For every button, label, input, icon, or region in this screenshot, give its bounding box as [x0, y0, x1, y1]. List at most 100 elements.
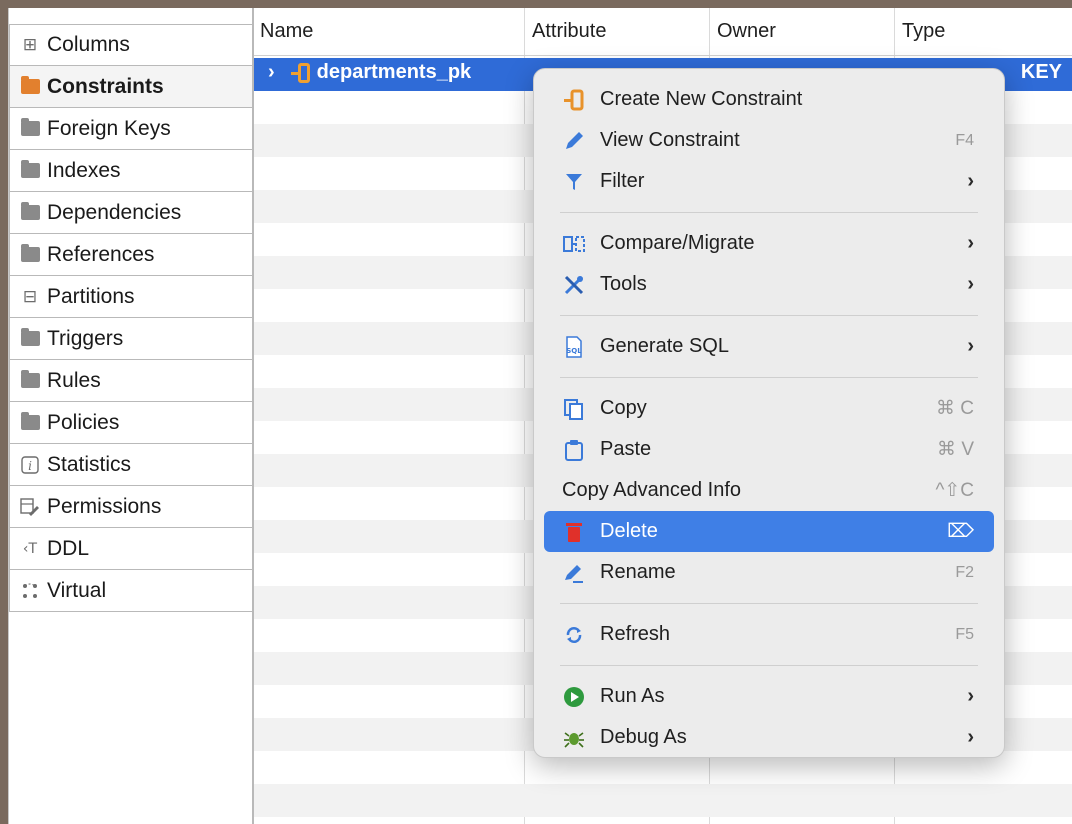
virtual-icon — [20, 581, 40, 601]
folder-icon — [20, 244, 40, 265]
tab-foreign-keys[interactable]: Foreign Keys — [9, 108, 253, 150]
menu-shortcut: ⌦ — [947, 521, 974, 542]
menu-item-paste[interactable]: Paste ⌘ V — [534, 429, 1004, 470]
tab-label: Rules — [47, 368, 101, 392]
menu-shortcut: F4 — [955, 131, 974, 149]
menu-item-rename[interactable]: Rename F2 — [534, 552, 1004, 593]
menu-item-debug-as[interactable]: Debug As › — [534, 717, 1004, 758]
tab-virtual[interactable]: Virtual — [9, 570, 253, 612]
menu-item-run-as[interactable]: Run As › — [534, 676, 1004, 717]
tab-references[interactable]: References — [9, 234, 253, 276]
table-header: Name Attribute Owner Type — [254, 8, 1072, 56]
menu-separator — [560, 315, 978, 316]
column-header-owner[interactable]: Owner — [717, 20, 776, 43]
menu-item-filter[interactable]: Filter › — [534, 161, 1004, 202]
menu-shortcut: ⌘ V — [937, 439, 974, 460]
tab-label: References — [47, 242, 155, 266]
tab-label: Statistics — [47, 452, 132, 476]
context-menu: Create New Constraint View Constraint F4… — [533, 68, 1005, 758]
tab-label: Policies — [47, 410, 120, 434]
svg-text:i: i — [28, 459, 32, 473]
menu-item-copy-advanced-info[interactable]: Copy Advanced Info ^⇧C — [534, 470, 1004, 511]
table-row — [254, 784, 1072, 817]
tab-columns[interactable]: ⊞ Columns — [9, 24, 253, 66]
column-header-attribute[interactable]: Attribute — [532, 20, 606, 43]
tab-label: Indexes — [47, 158, 121, 182]
menu-item-compare-migrate[interactable]: Compare/Migrate › — [534, 223, 1004, 264]
folder-icon — [20, 370, 40, 391]
compare-icon — [562, 232, 586, 256]
menu-item-label: Create New Constraint — [600, 88, 803, 110]
svg-text:SQL: SQL — [566, 347, 582, 355]
menu-item-view-constraint[interactable]: View Constraint F4 — [534, 120, 1004, 161]
selected-row-name: › departments_pk — [268, 61, 471, 84]
tab-permissions[interactable]: Permissions — [9, 486, 253, 528]
tab-constraints[interactable]: Constraints — [9, 66, 253, 108]
bug-icon — [562, 726, 586, 750]
menu-item-label: Refresh — [600, 623, 671, 645]
column-header-name[interactable]: Name — [260, 20, 313, 43]
menu-item-generate-sql[interactable]: SQL Generate SQL › — [534, 326, 1004, 367]
menu-item-label: Copy — [600, 397, 647, 419]
folder-orange-icon — [20, 76, 40, 97]
sql-file-icon: SQL — [562, 335, 586, 359]
submenu-arrow-icon: › — [967, 335, 974, 357]
menu-shortcut: F2 — [955, 563, 974, 581]
menu-item-label: Paste — [600, 438, 652, 460]
tab-dependencies[interactable]: Dependencies — [9, 192, 253, 234]
menu-item-copy[interactable]: Copy ⌘ C — [534, 388, 1004, 429]
menu-item-label: Copy Advanced Info — [562, 479, 742, 501]
menu-item-label: Compare/Migrate — [600, 232, 755, 254]
pencil-icon — [562, 129, 586, 153]
menu-item-label: Generate SQL — [600, 335, 729, 357]
folder-icon — [20, 118, 40, 139]
partitions-icon: ⊟ — [22, 286, 38, 307]
folder-icon — [20, 328, 40, 349]
submenu-arrow-icon: › — [967, 726, 974, 748]
rename-pencil-icon — [562, 561, 586, 585]
tab-label: Columns — [47, 33, 130, 56]
menu-item-label: Run As — [600, 685, 665, 707]
menu-shortcut: ^⇧C — [935, 480, 974, 501]
constraint-type: KEY — [1020, 61, 1062, 83]
menu-item-delete[interactable]: Delete ⌦ — [544, 511, 994, 552]
menu-item-label: View Constraint — [600, 129, 740, 151]
tab-ddl[interactable]: ‹T DDL — [9, 528, 253, 570]
tab-triggers[interactable]: Triggers — [9, 318, 253, 360]
tab-label: Constraints — [47, 74, 164, 98]
tab-label: Foreign Keys — [47, 116, 171, 140]
submenu-arrow-icon: › — [967, 232, 974, 254]
menu-separator — [560, 377, 978, 378]
copy-icon — [562, 397, 586, 421]
menu-separator — [560, 665, 978, 666]
tab-statistics[interactable]: i Statistics — [9, 444, 253, 486]
menu-item-label: Debug As — [600, 726, 687, 748]
filter-icon — [562, 170, 586, 194]
tab-label: Partitions — [47, 284, 135, 308]
menu-item-label: Delete — [600, 520, 658, 542]
menu-item-label: Filter — [600, 170, 645, 192]
key-add-icon — [562, 88, 586, 112]
column-header-type[interactable]: Type — [902, 20, 945, 43]
tab-indexes[interactable]: Indexes — [9, 150, 253, 192]
menu-item-tools[interactable]: Tools › — [534, 264, 1004, 305]
tab-label: Virtual — [47, 578, 107, 602]
trash-icon — [562, 520, 586, 544]
columns-icon: ⊞ — [22, 35, 38, 55]
menu-item-refresh[interactable]: Refresh F5 — [534, 614, 1004, 655]
submenu-arrow-icon: › — [967, 170, 974, 192]
menu-separator — [560, 212, 978, 213]
menu-separator — [560, 603, 978, 604]
folder-icon — [20, 412, 40, 433]
menu-item-create-new-constraint[interactable]: Create New Constraint — [534, 79, 1004, 120]
tab-rules[interactable]: Rules — [9, 360, 253, 402]
tab-label: DDL — [47, 536, 90, 560]
info-icon: i — [20, 455, 40, 475]
permissions-icon — [20, 497, 40, 517]
tools-icon — [562, 273, 586, 297]
expand-chevron-icon[interactable]: › — [268, 61, 275, 84]
tab-policies[interactable]: Policies — [9, 402, 253, 444]
tab-partitions[interactable]: ⊟ Partitions — [9, 276, 253, 318]
tab-label: Dependencies — [47, 200, 182, 224]
refresh-icon — [562, 623, 586, 647]
